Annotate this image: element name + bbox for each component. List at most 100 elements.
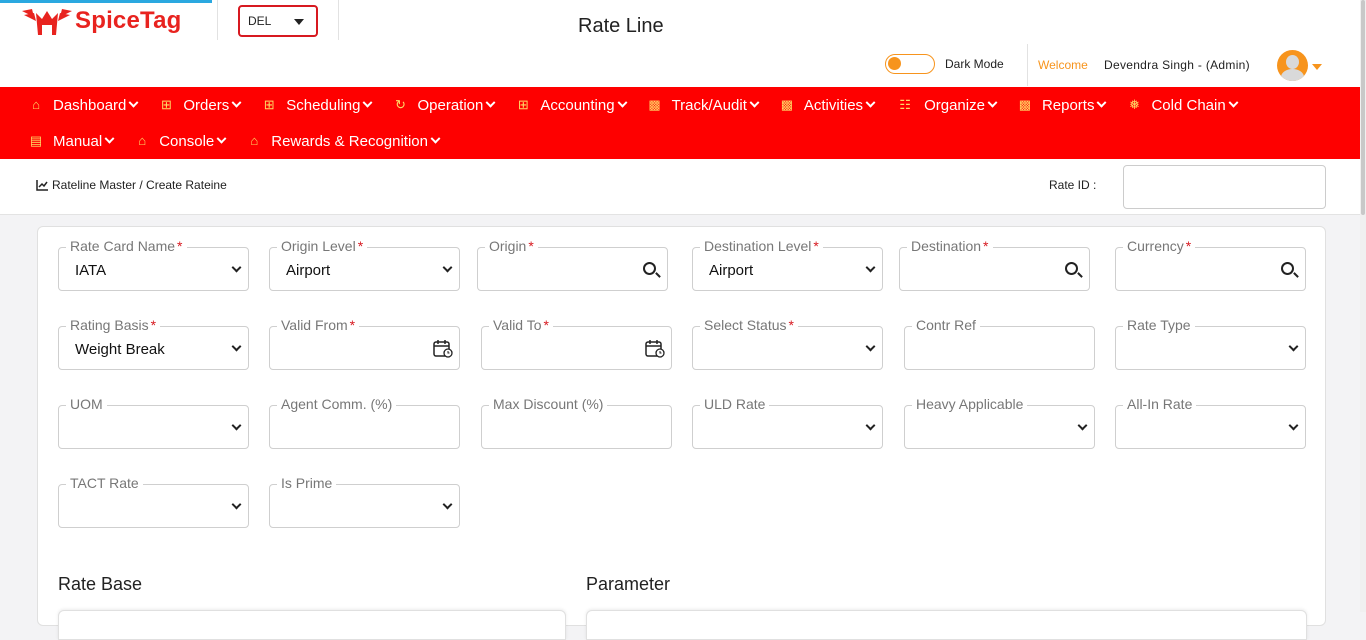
welcome-label: Welcome bbox=[1038, 58, 1088, 72]
is-prime-select[interactable]: Is Prime bbox=[269, 475, 460, 528]
chevron-down-icon bbox=[231, 341, 242, 352]
station-select[interactable]: DEL bbox=[238, 5, 318, 37]
max-discount-input[interactable]: Max Discount (%) bbox=[481, 396, 672, 449]
home-icon: ⌂ bbox=[250, 133, 259, 148]
chevron-down-icon bbox=[128, 97, 139, 108]
contr-ref-input[interactable]: Contr Ref bbox=[904, 317, 1095, 370]
rating-basis-select[interactable]: Rating Basis * Weight Break bbox=[58, 317, 249, 370]
select-status-select[interactable]: Select Status * bbox=[692, 317, 883, 370]
rate-id-input[interactable] bbox=[1123, 165, 1326, 209]
brand-name: SpiceTag bbox=[75, 7, 182, 34]
chevron-down-icon bbox=[865, 262, 876, 273]
breadcrumb[interactable]: Rateline Master / Create Rateine bbox=[36, 178, 227, 192]
nav-row-1: ⌂ Dashboard ⊞ Orders ⊞ Scheduling ↻ Operatio… bbox=[29, 87, 1239, 123]
uom-select[interactable]: UOM bbox=[58, 396, 249, 449]
search-icon[interactable] bbox=[643, 262, 656, 275]
search-icon[interactable] bbox=[1065, 262, 1078, 275]
nav-item-manual[interactable]: ▤ Manual bbox=[29, 133, 115, 150]
nav-item-track-audit[interactable]: ▩ Track/Audit bbox=[648, 97, 760, 114]
chevron-down-icon bbox=[442, 499, 453, 510]
spicetag-logo-icon bbox=[22, 9, 72, 35]
rate-card-name-select[interactable]: Rate Card Name * IATA bbox=[58, 238, 249, 291]
required-marker: * bbox=[528, 238, 534, 254]
divider bbox=[1027, 44, 1028, 86]
divider bbox=[217, 0, 218, 40]
required-marker: * bbox=[177, 238, 183, 254]
origin-level-select[interactable]: Origin Level * Airport bbox=[269, 238, 460, 291]
scrollbar-thumb[interactable] bbox=[1361, 0, 1365, 215]
file-icon: ▩ bbox=[1018, 97, 1032, 112]
required-marker: * bbox=[349, 317, 356, 333]
currency-input[interactable]: Currency * bbox=[1115, 238, 1306, 291]
plus-square-icon: ⊞ bbox=[160, 97, 172, 112]
calendar-icon[interactable] bbox=[433, 339, 453, 358]
rate-type-select[interactable]: Rate Type bbox=[1115, 317, 1306, 370]
required-marker: * bbox=[150, 317, 157, 333]
chevron-down-icon bbox=[104, 133, 115, 144]
timer-icon: ↻ bbox=[395, 97, 406, 112]
agent-comm-input[interactable]: Agent Comm. (%) bbox=[269, 396, 460, 449]
chevron-down-icon bbox=[1097, 97, 1107, 108]
uld-rate-select[interactable]: ULD Rate bbox=[692, 396, 883, 449]
nav-item-dashboard[interactable]: ⌂ Dashboard bbox=[29, 97, 139, 114]
page-scrollbar[interactable] bbox=[1360, 0, 1366, 612]
destination-input[interactable]: Destination * bbox=[899, 238, 1090, 291]
required-marker: * bbox=[788, 317, 794, 333]
heavy-applicable-select[interactable]: Heavy Applicable bbox=[904, 396, 1095, 449]
dark-mode-toggle[interactable] bbox=[885, 54, 935, 74]
nav-item-activities[interactable]: ▩ Activities bbox=[780, 97, 876, 114]
nav-item-operation[interactable]: ↻ Operation bbox=[393, 97, 496, 114]
nav-item-reports[interactable]: ▩ Reports bbox=[1018, 97, 1107, 114]
chevron-down-icon bbox=[1077, 420, 1088, 431]
home-icon: ⌂ bbox=[32, 97, 40, 112]
nav-row-2: ▤ Manual ⌂ Console ⌂ Rewards & Recognition bbox=[29, 123, 441, 159]
parameter-panel bbox=[586, 610, 1307, 640]
nav-item-organize[interactable]: ☷ Organize bbox=[896, 97, 998, 114]
required-marker: * bbox=[983, 238, 989, 254]
valid-to-date[interactable]: Valid To * bbox=[481, 317, 672, 370]
nav-item-cold-chain[interactable]: ❅ Cold Chain bbox=[1127, 97, 1239, 114]
document-icon: ▩ bbox=[780, 97, 794, 112]
chart-line-icon bbox=[36, 179, 48, 191]
origin-input[interactable]: Origin * bbox=[477, 238, 668, 291]
chevron-down-icon bbox=[865, 420, 876, 431]
destination-level-select[interactable]: Destination Level * Airport bbox=[692, 238, 883, 291]
chevron-down-icon bbox=[987, 97, 998, 108]
all-in-rate-select[interactable]: All-In Rate bbox=[1115, 396, 1306, 449]
rateline-form-card: Rate Card Name * IATA Origin Level * Airpo… bbox=[37, 226, 1326, 640]
user-name: Devendra Singh - (Admin) bbox=[1104, 58, 1250, 72]
chevron-down-icon bbox=[442, 262, 453, 273]
parameter-heading: Parameter bbox=[586, 574, 671, 594]
nav-item-scheduling[interactable]: ⊞ Scheduling bbox=[262, 97, 373, 114]
breadcrumb-bar: Rateline Master / Create Rateine Rate ID… bbox=[0, 159, 1360, 215]
rate-base-heading: Rate Base bbox=[58, 574, 143, 594]
user-menu-caret-icon[interactable] bbox=[1312, 64, 1322, 70]
chevron-down-icon bbox=[430, 133, 441, 144]
caret-down-icon bbox=[294, 19, 304, 25]
rate-base-panel bbox=[58, 610, 566, 640]
chevron-down-icon bbox=[216, 133, 227, 144]
search-icon[interactable] bbox=[1281, 262, 1294, 275]
nav-item-console[interactable]: ⌂ Console bbox=[135, 133, 227, 150]
snowflake-icon: ❅ bbox=[1129, 97, 1140, 112]
brand-logo[interactable]: SpiceTag bbox=[22, 5, 182, 37]
nav-item-accounting[interactable]: ⊞ Accounting bbox=[516, 97, 628, 114]
valid-from-date[interactable]: Valid From * bbox=[269, 317, 460, 370]
tact-rate-select[interactable]: TACT Rate bbox=[58, 475, 249, 528]
chevron-down-icon bbox=[231, 499, 242, 510]
dark-mode-label: Dark Mode bbox=[945, 57, 1004, 71]
required-marker: * bbox=[543, 317, 549, 333]
sitemap-icon: ☷ bbox=[899, 97, 911, 112]
nav-item-rewards[interactable]: ⌂ Rewards & Recognition bbox=[247, 133, 441, 150]
chevron-down-icon bbox=[231, 420, 242, 431]
required-marker: * bbox=[357, 238, 364, 254]
required-marker: * bbox=[1185, 238, 1192, 254]
chevron-down-icon bbox=[1288, 420, 1299, 431]
nav-item-orders[interactable]: ⊞ Orders bbox=[159, 97, 242, 114]
chevron-down-icon bbox=[1288, 341, 1299, 352]
chevron-down-icon bbox=[485, 97, 496, 108]
book-icon: ▤ bbox=[29, 133, 43, 148]
calendar-icon[interactable] bbox=[645, 339, 665, 358]
avatar[interactable] bbox=[1277, 50, 1308, 81]
page-title: Rate Line bbox=[578, 15, 664, 37]
